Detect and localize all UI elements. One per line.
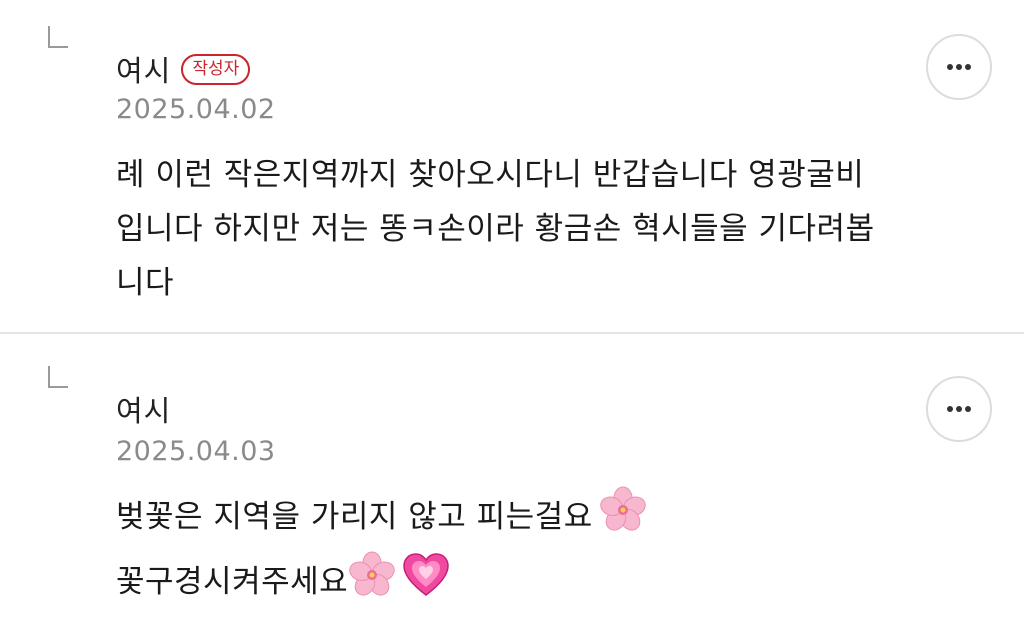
growing-heart-icon: [402, 552, 450, 615]
more-options-button[interactable]: [926, 376, 992, 442]
comment-date: 2025.04.03: [116, 436, 276, 467]
comment-body: 례 이런 작은지역까지 찾아오시다니 반갑습니다 영광굴비 입니다 하지만 저는…: [116, 148, 984, 310]
more-dots-icon: [947, 406, 971, 412]
reply-arrow-icon: [48, 26, 68, 48]
reply-comment: 여시 2025.04.03 벚꽃은 지역을 가리지 않고 피는걸요 꽃구경시켜주…: [0, 336, 1024, 628]
more-options-button[interactable]: [926, 34, 992, 100]
author-name[interactable]: 여시: [116, 388, 171, 430]
comment-text: 꽃구경시켜주세요: [116, 564, 349, 600]
comment-line: 니다: [116, 265, 175, 301]
reply-arrow-icon: [48, 366, 68, 388]
comment-text: 벚꽃은 지역을 가리지 않고 피는걸요: [116, 499, 593, 535]
comment-body: 벚꽃은 지역을 가리지 않고 피는걸요 꽃구경시켜주세요: [116, 486, 984, 616]
comment-header: 여시 작성자: [116, 48, 251, 90]
comment-line: 입니다 하지만 저는 똥ㅋ손이라 황금손 혁시들을 기다려봅: [116, 211, 875, 247]
comment-line: 례 이런 작은지역까지 찾아오시다니 반갑습니다 영광굴비: [116, 157, 865, 193]
more-dots-icon: [947, 64, 971, 70]
reply-comment: 여시 작성자 2025.04.02 례 이런 작은지역까지 찾아오시다니 반갑습…: [0, 0, 1024, 334]
comment-date: 2025.04.02: [116, 94, 276, 125]
author-name[interactable]: 여시: [116, 48, 171, 90]
author-badge: 작성자: [181, 53, 251, 85]
cherry-blossom-icon: [599, 486, 647, 551]
comment-line: 꽃구경시켜주세요: [116, 551, 984, 616]
comment-header: 여시: [116, 388, 171, 430]
comment-thread: 여시 작성자 2025.04.02 례 이런 작은지역까지 찾아오시다니 반갑습…: [0, 0, 1024, 628]
cherry-blossom-icon: [348, 551, 396, 616]
comment-line: 벚꽃은 지역을 가리지 않고 피는걸요: [116, 486, 984, 551]
